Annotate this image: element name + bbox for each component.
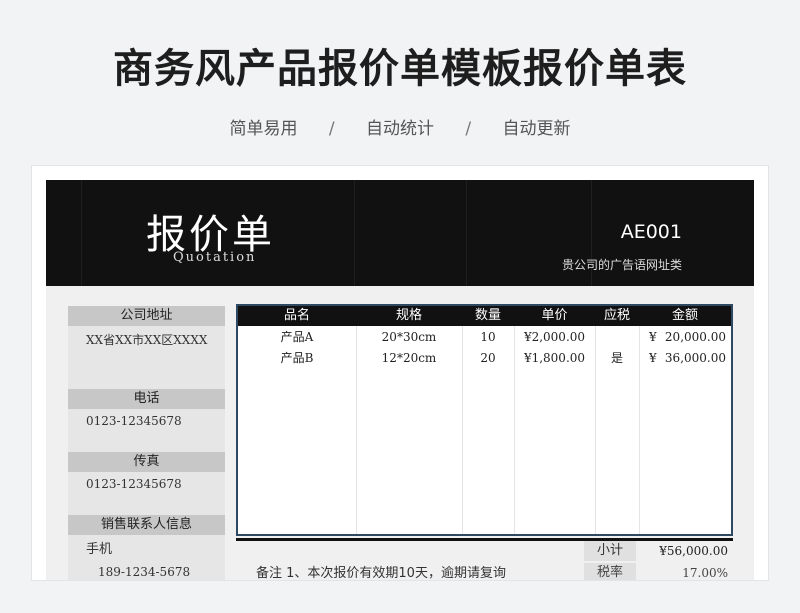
page-title: 商务风产品报价单模板报价单表: [113, 46, 687, 92]
quotation-sheet: 报价单 Quotation AE001 贵公司的广告语网址类 公司地址 XX省X…: [32, 166, 768, 580]
product-spec[interactable]: 12*20cm: [356, 348, 462, 368]
feature-auto-update: 自动更新: [502, 119, 571, 139]
product-qty[interactable]: 10: [462, 327, 514, 347]
phone-label: 电话: [68, 389, 225, 409]
subtotal-label: 小计: [584, 541, 636, 561]
product-name[interactable]: 产品B: [238, 348, 356, 368]
col-amount-header: 金额: [671, 308, 698, 323]
address-label: 公司地址: [68, 306, 225, 326]
address-value[interactable]: XX省XX市XX区XXXX: [68, 326, 225, 389]
product-price[interactable]: ¥1,800.00: [514, 348, 595, 368]
product-name[interactable]: 产品A: [238, 327, 356, 347]
separator: /: [465, 119, 472, 139]
col-price-header: 单价: [541, 308, 568, 323]
tax-rate-label: 税率: [584, 563, 636, 580]
col-qty-header: 数量: [474, 308, 501, 323]
remarks-note[interactable]: 备注 1、本次报价有效期10天，逾期请复询: [256, 562, 506, 580]
quotation-body: 公司地址 XX省XX市XX区XXXX 电话 0123-12345678 传真 0…: [46, 286, 754, 580]
fax-label: 传真: [68, 452, 225, 472]
feature-auto-stats: 自动统计: [366, 119, 434, 139]
product-amount: 36,000.00: [664, 351, 726, 365]
amount-currency: ¥: [649, 330, 657, 344]
product-spec[interactable]: 20*30cm: [356, 327, 462, 347]
quotation-number[interactable]: AE001: [621, 221, 682, 243]
col-tax-header: 应税: [603, 308, 630, 323]
col-spec-header: 规格: [395, 308, 422, 323]
quotation-header: 报价单 Quotation AE001 贵公司的广告语网址类: [46, 180, 754, 286]
feature-easy: 简单易用: [229, 119, 298, 139]
table-header: 品名 规格 数量 单价 应税 金额: [238, 304, 731, 326]
contact-mobile-value[interactable]: 189-1234-5678: [98, 565, 225, 579]
quotation-subtitle: Quotation: [173, 250, 257, 265]
product-amount: 20,000.00: [664, 330, 726, 344]
col-name-header: 品名: [283, 308, 310, 323]
company-slogan[interactable]: 贵公司的广告语网址类: [562, 256, 682, 273]
product-qty[interactable]: 20: [462, 348, 514, 368]
separator: /: [328, 119, 335, 139]
amount-currency: ¥: [649, 351, 657, 365]
contact-field-label: 手机: [86, 541, 113, 556]
fax-value[interactable]: 0123-12345678: [68, 472, 225, 515]
phone-value[interactable]: 0123-12345678: [68, 409, 225, 452]
contact-info: 手机 189-1234-5678: [68, 535, 225, 580]
company-info: 公司地址 XX省XX市XX区XXXX 电话 0123-12345678 传真 0…: [68, 306, 225, 580]
tax-rate-value[interactable]: 17.00%: [646, 563, 728, 580]
contact-label: 销售联系人信息: [68, 515, 225, 535]
product-tax[interactable]: 是: [595, 348, 639, 368]
product-table: 品名 规格 数量 单价 应税 金额 产品A 20*30cm 10 ¥2,000.…: [236, 304, 733, 536]
product-tax[interactable]: [595, 327, 639, 347]
subtotal-value: ¥56,000.00: [659, 544, 728, 558]
product-price[interactable]: ¥2,000.00: [514, 327, 595, 347]
feature-tagline: 简单易用 / 自动统计 / 自动更新: [0, 114, 800, 139]
summary-section: 小计 ¥56,000.00 备注 1、本次报价有效期10天，逾期请复询 税率 1…: [236, 541, 733, 580]
